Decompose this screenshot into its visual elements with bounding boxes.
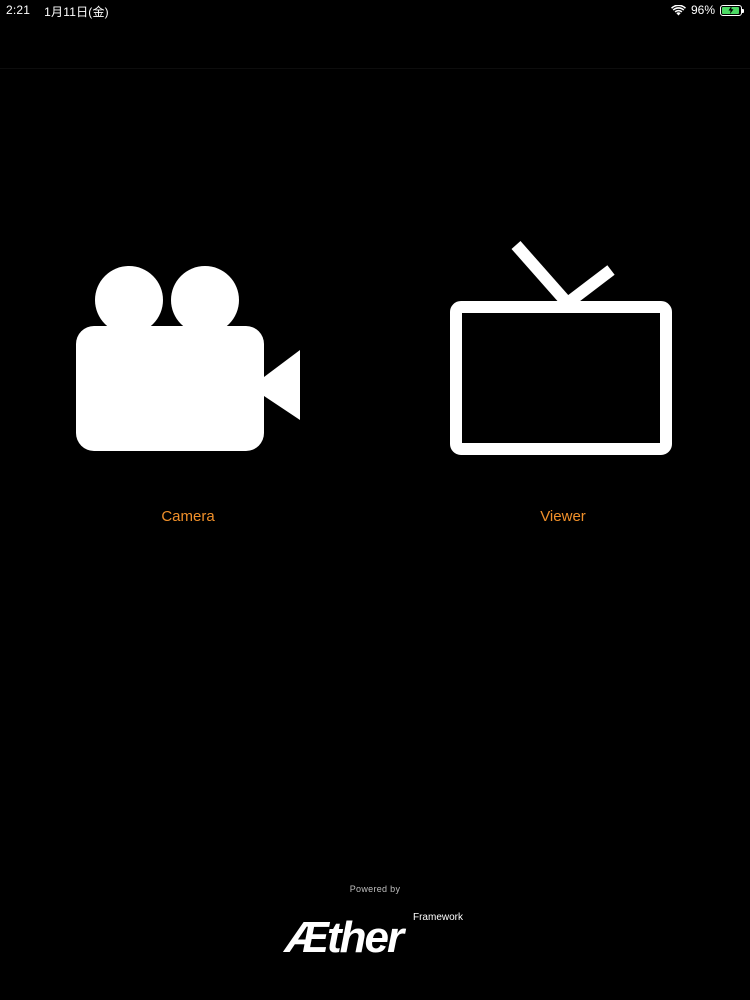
- status-right: 96%: [670, 3, 744, 17]
- camera-tile[interactable]: Camera: [38, 230, 338, 540]
- television-icon: [413, 230, 713, 475]
- battery-charging-icon: [720, 4, 744, 16]
- bolt-icon: [728, 6, 734, 14]
- logo-wordmark: Æther: [285, 913, 404, 962]
- status-divider: [0, 68, 750, 69]
- battery-percent: 96%: [690, 3, 715, 17]
- viewer-label: Viewer: [540, 508, 586, 525]
- aether-logo: Framework Æther: [285, 910, 465, 970]
- viewer-tile[interactable]: Viewer: [413, 230, 713, 540]
- battery-level: [722, 6, 740, 14]
- status-left: 2:21 1月11日(金): [6, 3, 109, 20]
- logo-framework-text: Framework: [412, 912, 463, 923]
- camera-label: Camera: [161, 508, 215, 525]
- powered-by-text: Powered by: [349, 884, 401, 894]
- video-camera-icon: [38, 230, 338, 475]
- status-time: 2:21: [6, 3, 31, 17]
- status-bar: 2:21 1月11日(金) 96%: [0, 0, 750, 22]
- wifi-icon: [670, 4, 686, 16]
- status-date: 1月11日(金): [44, 5, 109, 19]
